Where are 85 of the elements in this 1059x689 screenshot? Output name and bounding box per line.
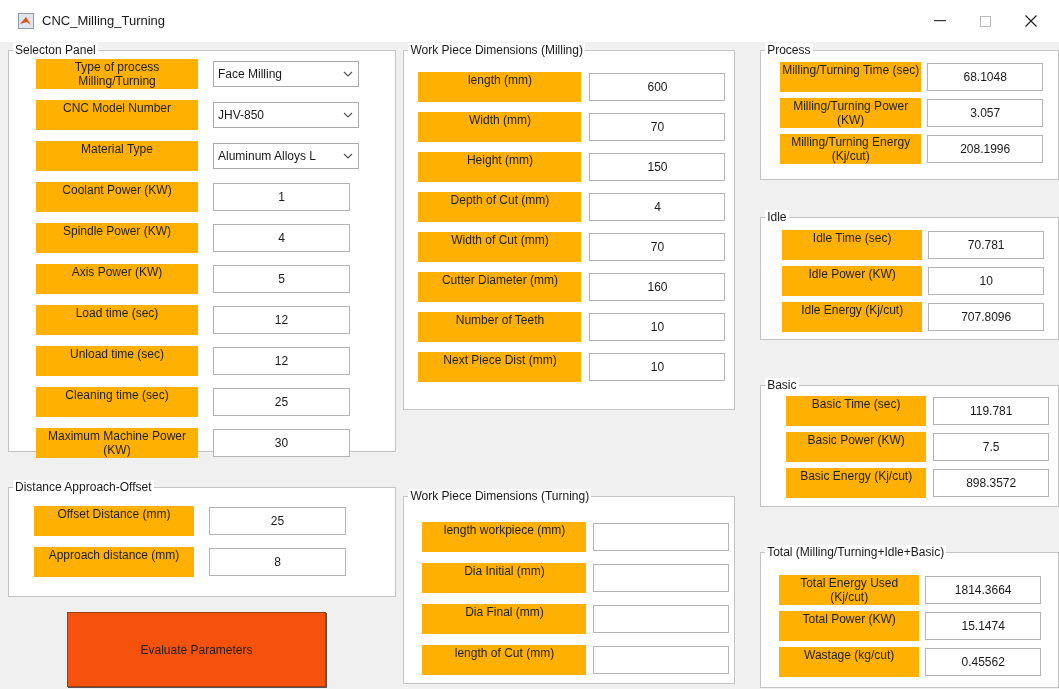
field-label: Depth of Cut (mm) (418, 192, 582, 222)
input-field[interactable] (593, 646, 730, 674)
input-field[interactable]: 7.5 (933, 433, 1050, 461)
input-field[interactable]: 70 (589, 233, 726, 261)
input-field[interactable]: 119.781 (933, 397, 1050, 425)
dropdown[interactable]: Face Milling (213, 61, 359, 87)
close-icon[interactable] (1025, 15, 1037, 27)
field-label: Maximum Machine Power (KW) (36, 428, 198, 458)
field-label: Cleaning time (sec) (36, 387, 198, 417)
input-field[interactable]: 30 (213, 429, 350, 457)
field-label: Basic Energy (Kj/cut) (786, 468, 927, 498)
field-label: Axis Power (KW) (36, 264, 198, 294)
input-field[interactable]: 70.781 (928, 231, 1045, 259)
input-field[interactable]: 10 (589, 313, 726, 341)
field-label: Number of Teeth (418, 312, 582, 342)
input-field[interactable]: 208.1996 (927, 135, 1044, 163)
input-field[interactable]: 5 (213, 265, 350, 293)
input-field[interactable]: 25 (213, 388, 350, 416)
field-label: Width (mm) (418, 112, 582, 142)
input-field[interactable]: 70 (589, 113, 726, 141)
field-label: Basic Power (KW) (786, 432, 927, 462)
field-label: Total Power (KW) (779, 611, 920, 641)
field-label: CNC Model Number (36, 100, 198, 130)
field-label: length workpiece (mm) (422, 522, 587, 552)
chevron-down-icon (343, 112, 353, 118)
input-field[interactable]: 4 (589, 193, 726, 221)
field-label: Offset Distance (mm) (34, 506, 194, 536)
panel-title: Work Piece Dimensions (Turning) (408, 489, 592, 504)
field-label: Spindle Power (KW) (36, 223, 198, 253)
input-field[interactable]: 10 (589, 353, 726, 381)
dropdown[interactable]: JHV-850 (213, 102, 359, 128)
input-field[interactable]: 150 (589, 153, 726, 181)
input-field[interactable]: 8 (209, 548, 346, 576)
field-label: Milling/Turning Energy (Kj/cut) (780, 134, 922, 164)
input-field[interactable] (593, 564, 730, 592)
input-field[interactable]: 160 (589, 273, 726, 301)
field-label: length (mm) (418, 72, 582, 102)
input-field[interactable]: 3.057 (927, 99, 1044, 127)
input-field[interactable] (593, 605, 730, 633)
field-label: Dia Final (mm) (422, 604, 587, 634)
evaluate-parameters-button[interactable]: Evaluate Parameters (67, 612, 326, 687)
input-field[interactable]: 600 (589, 73, 726, 101)
input-field[interactable]: 1 (213, 183, 350, 211)
field-label: Coolant Power (KW) (36, 182, 198, 212)
minimize-icon[interactable] (934, 20, 946, 22)
input-field[interactable] (593, 523, 730, 551)
field-label: Total Energy Used (Kj/cut) (779, 575, 920, 605)
input-field[interactable]: 12 (213, 306, 350, 334)
field-label: Height (mm) (418, 152, 582, 182)
field-label: Basic Time (sec) (786, 396, 927, 426)
field-label: Dia Initial (mm) (422, 563, 587, 593)
input-field[interactable]: 4 (213, 224, 350, 252)
input-field[interactable]: 0.45562 (925, 648, 1042, 676)
field-label: Type of process Milling/Turning (36, 59, 198, 89)
field-label: Wastage (kg/cut) (779, 647, 920, 677)
field-label: Unload time (sec) (36, 346, 198, 376)
field-label: Idle Time (sec) (782, 230, 923, 260)
chevron-down-icon (343, 153, 353, 159)
app-icon (18, 13, 34, 29)
dropdown[interactable]: Aluminum Alloys L (213, 143, 359, 169)
input-field[interactable]: 707.8096 (928, 303, 1045, 331)
window-title: CNC_Milling_Turning (42, 12, 166, 31)
field-label: Material Type (36, 141, 198, 171)
input-field[interactable]: 1814.3664 (925, 576, 1042, 604)
field-label: Cutter Diameter (mm) (418, 272, 582, 302)
panel-title: Work Piece Dimensions (Milling) (408, 43, 585, 58)
input-field[interactable]: 898.3572 (933, 469, 1050, 497)
maximize-icon[interactable] (980, 15, 991, 27)
panel-title: Distance Approach-Offset (13, 480, 154, 495)
field-label: Width of Cut (mm) (418, 232, 582, 262)
input-field[interactable]: 68.1048 (927, 63, 1044, 91)
field-label: Approach distance (mm) (34, 547, 194, 577)
field-label: Load time (sec) (36, 305, 198, 335)
input-field[interactable]: 10 (928, 267, 1045, 295)
input-field[interactable]: 15.1474 (925, 612, 1042, 640)
field-label: Idle Energy (Kj/cut) (782, 302, 923, 332)
input-field[interactable]: 25 (209, 507, 346, 535)
input-field[interactable]: 12 (213, 347, 350, 375)
field-label: Milling/Turning Time (sec) (780, 62, 922, 92)
field-label: Next Piece Dist (mm) (418, 352, 582, 382)
field-label: Milling/Turning Power (KW) (780, 98, 922, 128)
field-label: Idle Power (KW) (782, 266, 923, 296)
chevron-down-icon (343, 71, 353, 77)
field-label: length of Cut (mm) (422, 645, 587, 675)
panel-title: Total (Milling/Turning+Idle+Basic) (765, 545, 947, 560)
